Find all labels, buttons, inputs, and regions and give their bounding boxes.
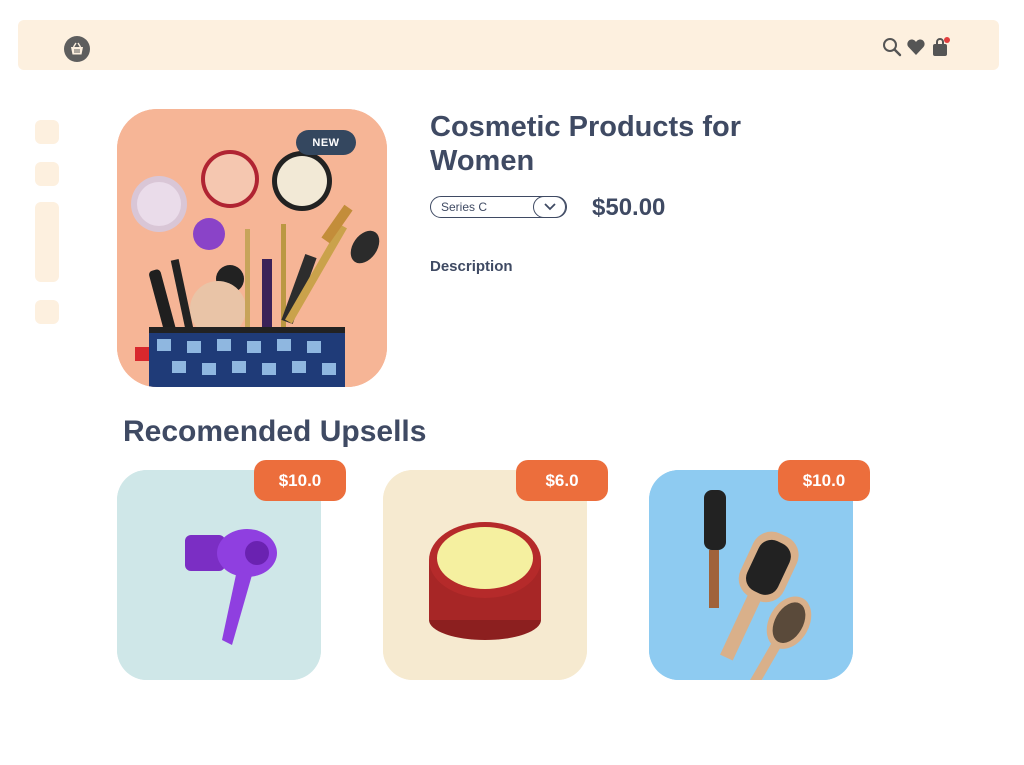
variant-selected-value: Series C bbox=[441, 200, 488, 214]
variant-dropdown[interactable]: Series C bbox=[430, 196, 567, 218]
upsell-card-3[interactable] bbox=[649, 470, 853, 680]
upsells-title: Recomended Upsells bbox=[123, 415, 427, 448]
product-title: Cosmetic Products for Women bbox=[430, 111, 741, 177]
chevron-down-icon[interactable] bbox=[532, 196, 567, 218]
side-tab-2[interactable] bbox=[35, 162, 59, 186]
hair-dryer-image bbox=[117, 470, 321, 680]
upsell-card-2[interactable] bbox=[383, 470, 587, 680]
hair-brushes-image bbox=[649, 470, 853, 680]
cream-jar-image bbox=[383, 470, 587, 680]
search-icon[interactable] bbox=[882, 37, 902, 57]
top-navigation-bar bbox=[18, 20, 999, 70]
basket-icon[interactable] bbox=[64, 36, 90, 62]
upsell-price-3: $10.0 bbox=[778, 460, 870, 501]
side-tab-3[interactable] bbox=[35, 202, 59, 282]
upsell-price-1: $10.0 bbox=[254, 460, 346, 501]
header-actions bbox=[882, 36, 950, 58]
cart-icon[interactable] bbox=[930, 37, 950, 57]
new-badge: NEW bbox=[296, 130, 356, 155]
cart-notification-dot bbox=[944, 37, 950, 43]
upsell-card-1[interactable] bbox=[117, 470, 321, 680]
heart-icon[interactable] bbox=[906, 37, 926, 57]
side-tab-1[interactable] bbox=[35, 120, 59, 144]
description-label[interactable]: Description bbox=[430, 258, 513, 275]
product-price: $50.00 bbox=[592, 194, 666, 221]
upsell-price-2: $6.0 bbox=[516, 460, 608, 501]
side-tab-4[interactable] bbox=[35, 300, 59, 324]
